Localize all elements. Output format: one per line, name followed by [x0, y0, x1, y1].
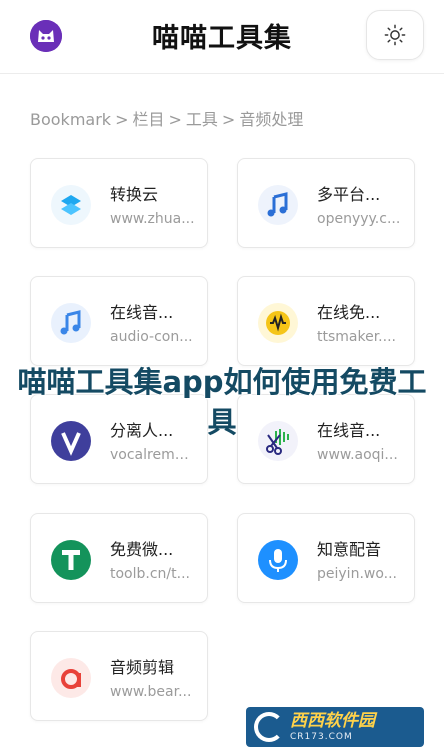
music-note-icon — [51, 303, 91, 343]
tool-url: audio-con... — [110, 329, 193, 345]
tool-name: 转换云 — [110, 185, 159, 204]
waveform-icon — [258, 303, 298, 343]
tool-url: www.aoqi... — [317, 447, 398, 463]
tool-url: toolb.cn/t... — [110, 566, 190, 582]
t-letter-icon — [51, 540, 91, 580]
tool-card[interactable]: 转换云 www.zhua... — [30, 158, 208, 248]
watermark-logo-icon — [254, 712, 284, 742]
tool-card[interactable]: 免费微... toolb.cn/t... — [30, 513, 208, 603]
microphone-icon — [258, 540, 298, 580]
tool-url: peiyin.wo... — [317, 566, 398, 582]
stack-layers-icon — [51, 185, 91, 225]
tool-url: www.zhua... — [110, 211, 195, 227]
watermark-main-text: 西西软件园 — [290, 710, 375, 731]
tool-name: 在线免... — [317, 303, 381, 322]
tool-url: openyyy.c... — [317, 211, 401, 227]
site-watermark: 西西软件园 CR173.COM — [246, 707, 424, 747]
music-note-icon — [258, 185, 298, 225]
article-overlay-title: 喵喵工具集app如何使用免费工具 — [17, 365, 427, 439]
a-letter-icon — [51, 658, 91, 698]
watermark-sub-text: CR173.COM — [290, 731, 353, 742]
tool-url: ttsmaker.... — [317, 329, 396, 345]
tool-card[interactable]: 音频剪辑 www.bear... — [30, 631, 208, 721]
tool-name: 知意配音 — [317, 540, 382, 559]
tool-card[interactable]: 在线免... ttsmaker.... — [237, 276, 415, 366]
tool-name: 在线音... — [110, 303, 174, 322]
tool-card[interactable]: 在线音... audio-con... — [30, 276, 208, 366]
tool-url: www.bear... — [110, 684, 192, 700]
tool-name: 多平台... — [317, 185, 381, 204]
tool-name: 免费微... — [110, 540, 174, 559]
tool-card[interactable]: 知意配音 peiyin.wo... — [237, 513, 415, 603]
tool-name: 音频剪辑 — [110, 658, 175, 677]
tool-card[interactable]: 多平台... openyyy.c... — [237, 158, 415, 248]
tool-url: vocalremo... — [110, 447, 195, 463]
